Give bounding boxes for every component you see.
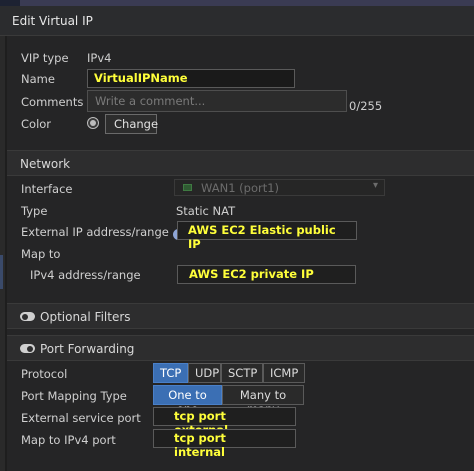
map-to-label: Map to [21,247,61,261]
port-mapping-type-label: Port Mapping Type [21,389,127,403]
mapping-many-to-many[interactable]: Many to many [222,385,304,416]
dialog-title: Edit Virtual IP [12,14,93,28]
comments-textarea[interactable]: Write a comment... [87,90,347,112]
chevron-down-icon: ▾ [372,180,378,191]
palette-icon [87,117,99,129]
ipv4-range-value: AWS EC2 private IP [189,267,314,281]
comments-label: Comments [21,95,84,109]
type-value: Static NAT [176,204,236,218]
map-to-ipv4-port-label: Map to IPv4 port [21,433,116,447]
external-ip-label-text: External IP address/range [21,225,169,239]
type-label: Type [21,204,48,218]
external-service-port-label: External service port [21,411,141,425]
protocol-icmp-label: ICMP [270,366,299,380]
protocol-label: Protocol [21,367,68,381]
interface-select-value: WAN1 (port1) [201,181,280,195]
change-color-label: Change [114,117,159,131]
interface-select[interactable]: WAN1 (port1) ▾ [174,179,385,196]
vip-type-label: VIP type [21,51,69,65]
port-forwarding-toggle[interactable] [20,344,35,353]
mapping-one-to-one[interactable]: One to one [153,385,222,416]
port-icon [183,184,192,191]
optional-filters-toggle[interactable] [20,312,35,321]
protocol-udp-label: UDP [195,366,220,380]
comments-counter: 0/255 [349,99,383,113]
protocol-sctp[interactable]: SCTP [221,363,263,383]
vip-type-value: IPv4 [87,51,112,65]
external-ip-input[interactable]: AWS EC2 Elastic public IP [177,221,357,251]
dialog-title-bar: Edit Virtual IP [0,6,474,36]
protocol-tcp[interactable]: TCP [153,363,188,383]
map-to-ipv4-port-value: tcp port internal [174,431,226,459]
color-label: Color [21,117,52,131]
network-section-title: Network [20,157,71,171]
optional-filters-section[interactable]: Optional Filters [7,303,474,329]
protocol-udp[interactable]: UDP [188,363,221,383]
network-section-header: Network [7,150,474,176]
optional-filters-title: Optional Filters [40,310,131,324]
change-color-button[interactable]: Change [105,114,159,134]
left-edge-accent [0,255,3,289]
name-label: Name [21,72,55,86]
comments-placeholder: Write a comment... [95,94,206,108]
port-forwarding-section[interactable]: Port Forwarding [7,335,474,361]
protocol-icmp[interactable]: ICMP [263,363,305,383]
protocol-tcp-label: TCP [160,366,182,380]
external-ip-label: External IP address/rangei [21,225,184,240]
external-service-port-input[interactable]: tcp port external [153,407,296,437]
protocol-sctp-label: SCTP [228,366,258,380]
left-edge-bar [0,36,5,471]
ipv4-range-input[interactable]: AWS EC2 private IP [177,265,356,284]
port-forwarding-title: Port Forwarding [40,342,135,356]
ipv4-range-label: IPv4 address/range [30,268,141,282]
interface-label: Interface [21,182,73,196]
name-input-value: VirtualIPName [94,71,188,85]
name-input[interactable]: VirtualIPName [87,69,295,88]
map-to-ipv4-port-input[interactable]: tcp port internal [153,429,296,459]
